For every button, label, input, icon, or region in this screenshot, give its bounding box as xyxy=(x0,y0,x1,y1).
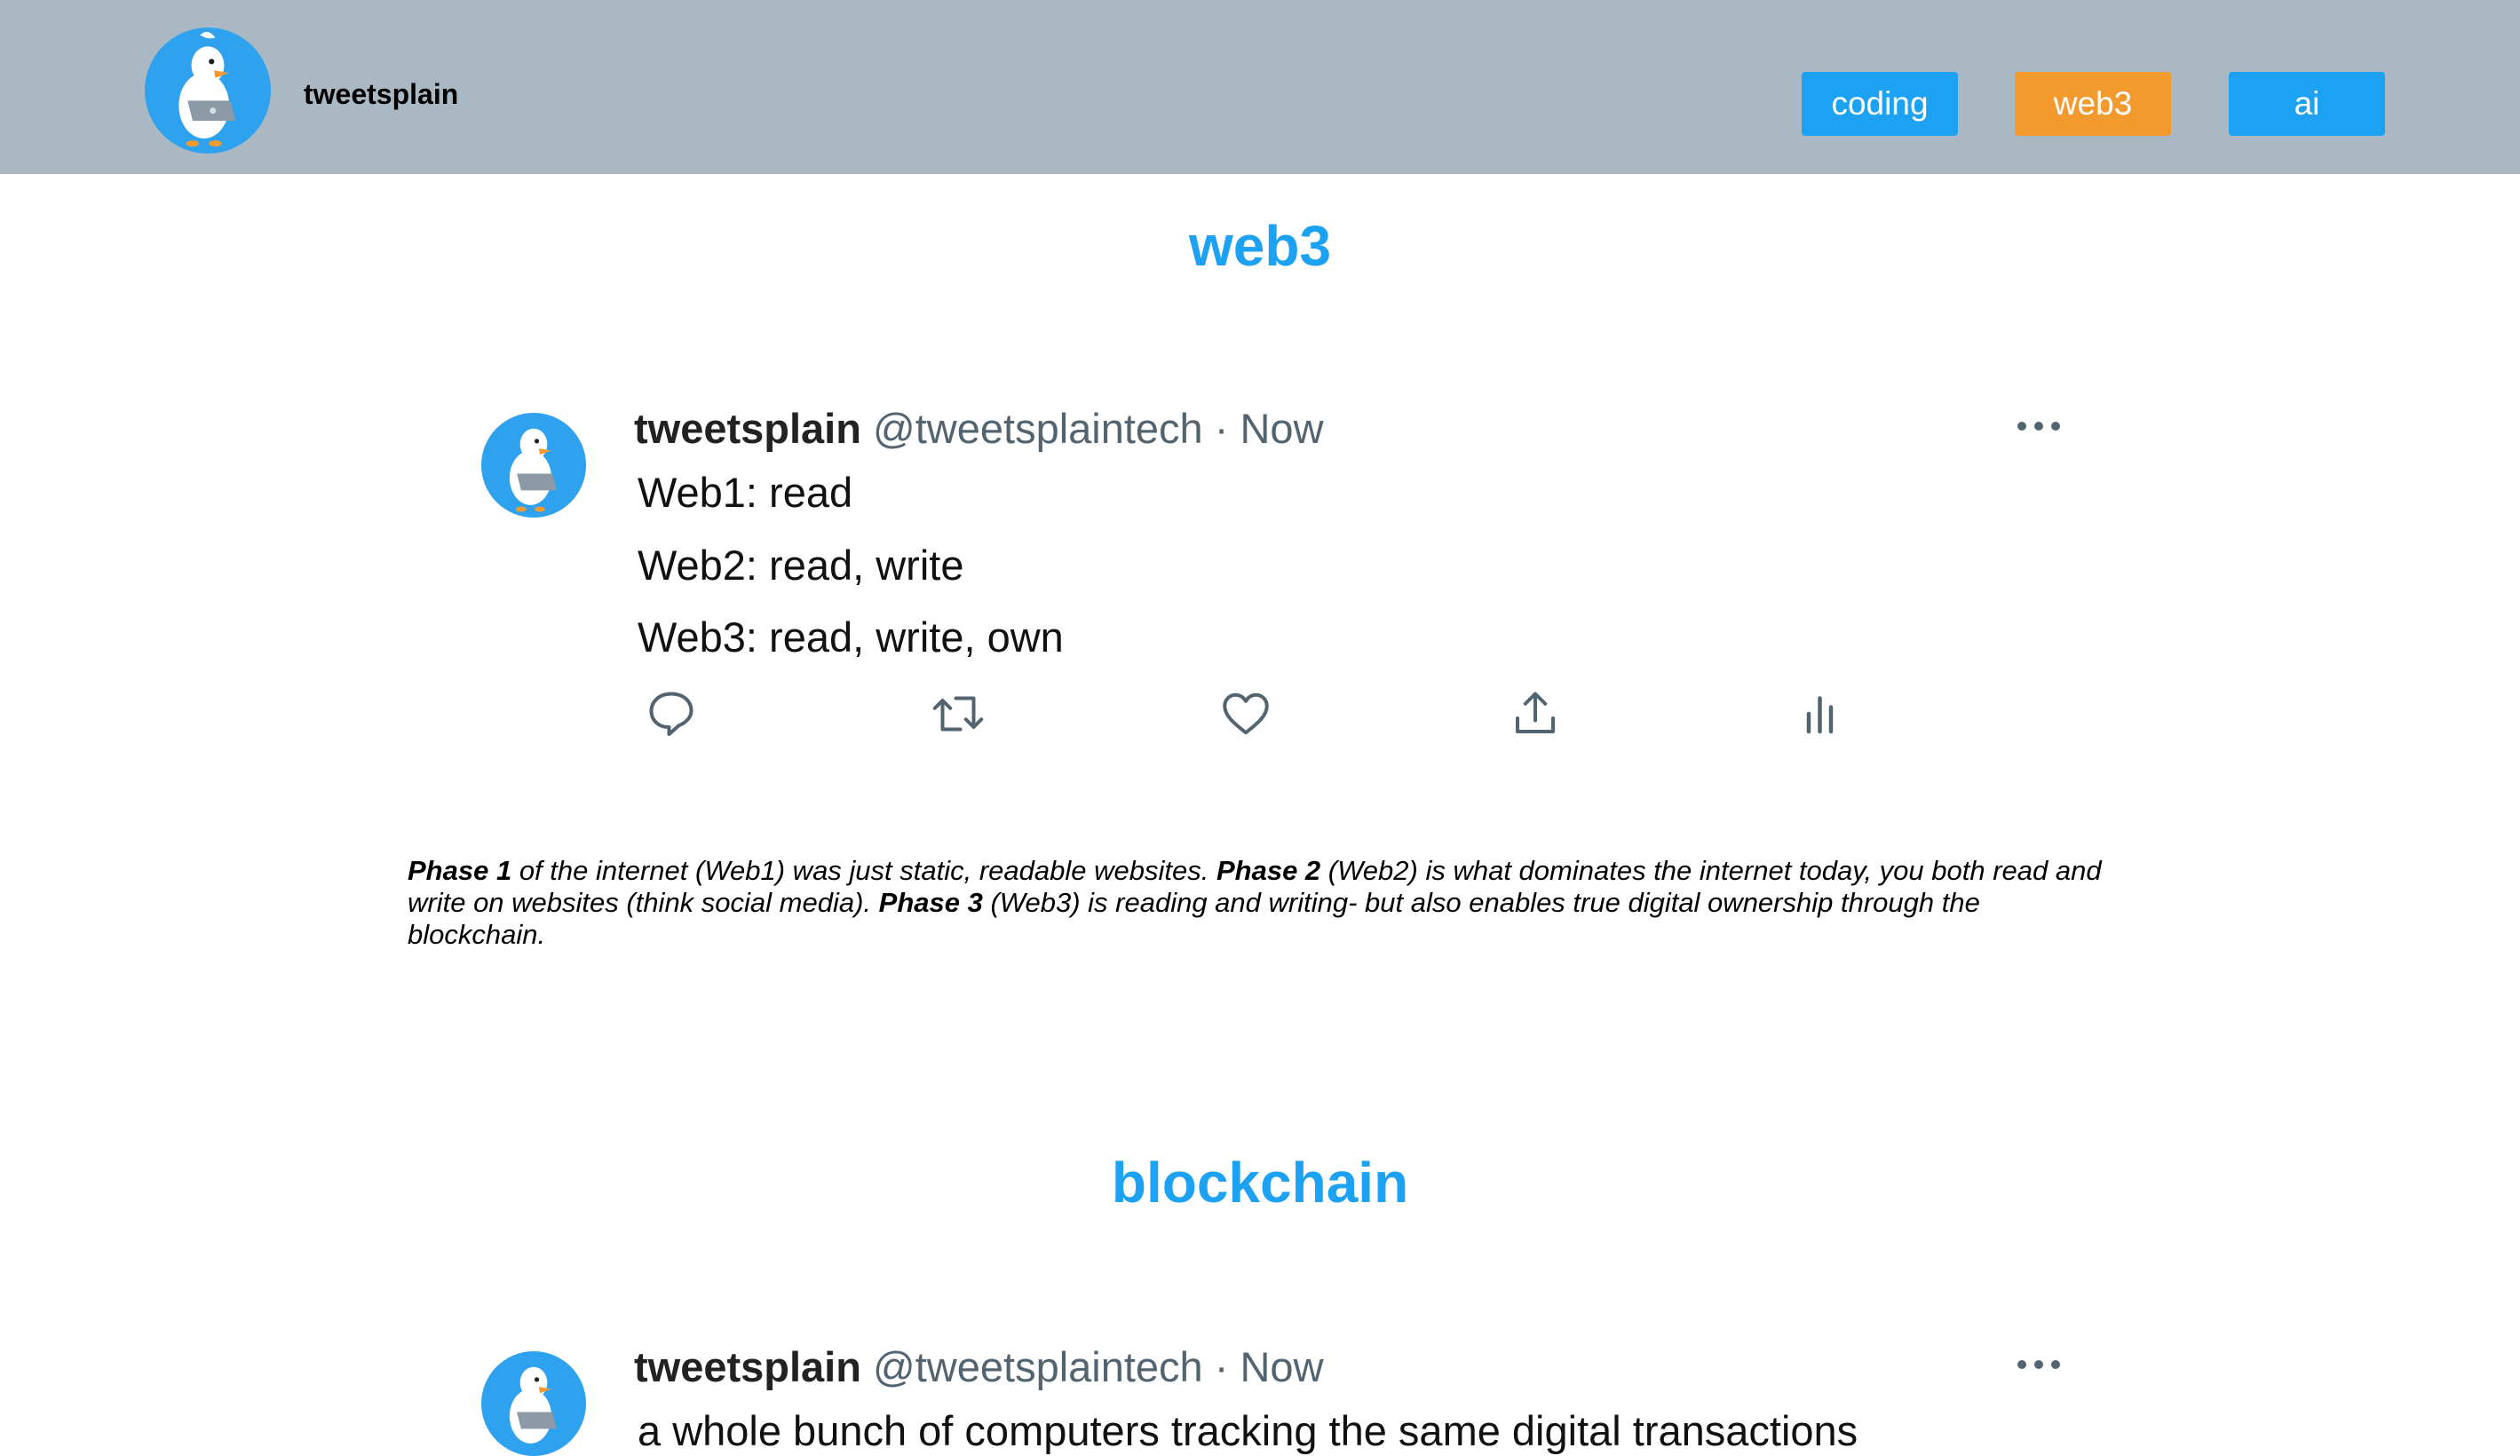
tweet-handle[interactable]: @tweetsplaintech xyxy=(873,405,1203,452)
explanation-phase-2-label: Phase 2 xyxy=(1216,855,1321,886)
tweetsplain-logo[interactable] xyxy=(145,28,271,154)
tweet-header: tweetsplain @tweetsplaintech · Now xyxy=(634,1342,1324,1391)
tweet-text-line: a whole bunch of computers tracking the … xyxy=(638,1407,1858,1454)
share-icon[interactable] xyxy=(1509,687,1562,740)
tweet-header: tweetsplain @tweetsplaintech · Now xyxy=(634,404,1324,453)
tweet-text-line: Web1: read xyxy=(638,469,853,516)
tweet-author-name[interactable]: tweetsplain xyxy=(634,1343,861,1390)
tweet-timestamp: Now xyxy=(1240,405,1324,452)
more-options-icon[interactable] xyxy=(2016,419,2062,433)
retweet-icon[interactable] xyxy=(931,687,985,740)
like-icon[interactable] xyxy=(1219,687,1272,740)
explanation-phase-1-label: Phase 1 xyxy=(408,855,512,886)
nav-ai-button[interactable]: ai xyxy=(2229,72,2385,136)
avatar[interactable] xyxy=(481,1351,586,1456)
nav-coding-button[interactable]: coding xyxy=(1802,72,1958,136)
tweet-separator: · xyxy=(1214,405,1229,452)
tweet-separator: · xyxy=(1214,1343,1229,1390)
tweet-handle[interactable]: @tweetsplaintech xyxy=(873,1343,1203,1390)
section-title-blockchain: blockchain xyxy=(1111,1151,1409,1215)
more-options-icon[interactable] xyxy=(2016,1357,2062,1372)
tweet-text-line: Web3: read, write, own xyxy=(638,613,1064,661)
brand-name[interactable]: tweetsplain xyxy=(304,78,458,111)
nav-web3-button[interactable]: web3 xyxy=(2015,72,2171,136)
explanation-phase-3-label: Phase 3 xyxy=(878,887,983,918)
reply-icon[interactable] xyxy=(645,687,698,740)
explanation-phase-1-text: of the internet (Web1) was just static, … xyxy=(511,855,1216,886)
top-navbar: tweetsplain coding web3 ai xyxy=(0,0,2520,174)
tweet-timestamp: Now xyxy=(1240,1343,1324,1390)
section-title-web3: web3 xyxy=(1188,214,1332,278)
tweet-author-name[interactable]: tweetsplain xyxy=(634,405,861,452)
analytics-icon[interactable] xyxy=(1795,687,1849,740)
tweet-text-line: Web2: read, write xyxy=(638,542,964,589)
tweet-explanation: Phase 1 of the internet (Web1) was just … xyxy=(408,855,2112,951)
avatar[interactable] xyxy=(481,413,586,518)
